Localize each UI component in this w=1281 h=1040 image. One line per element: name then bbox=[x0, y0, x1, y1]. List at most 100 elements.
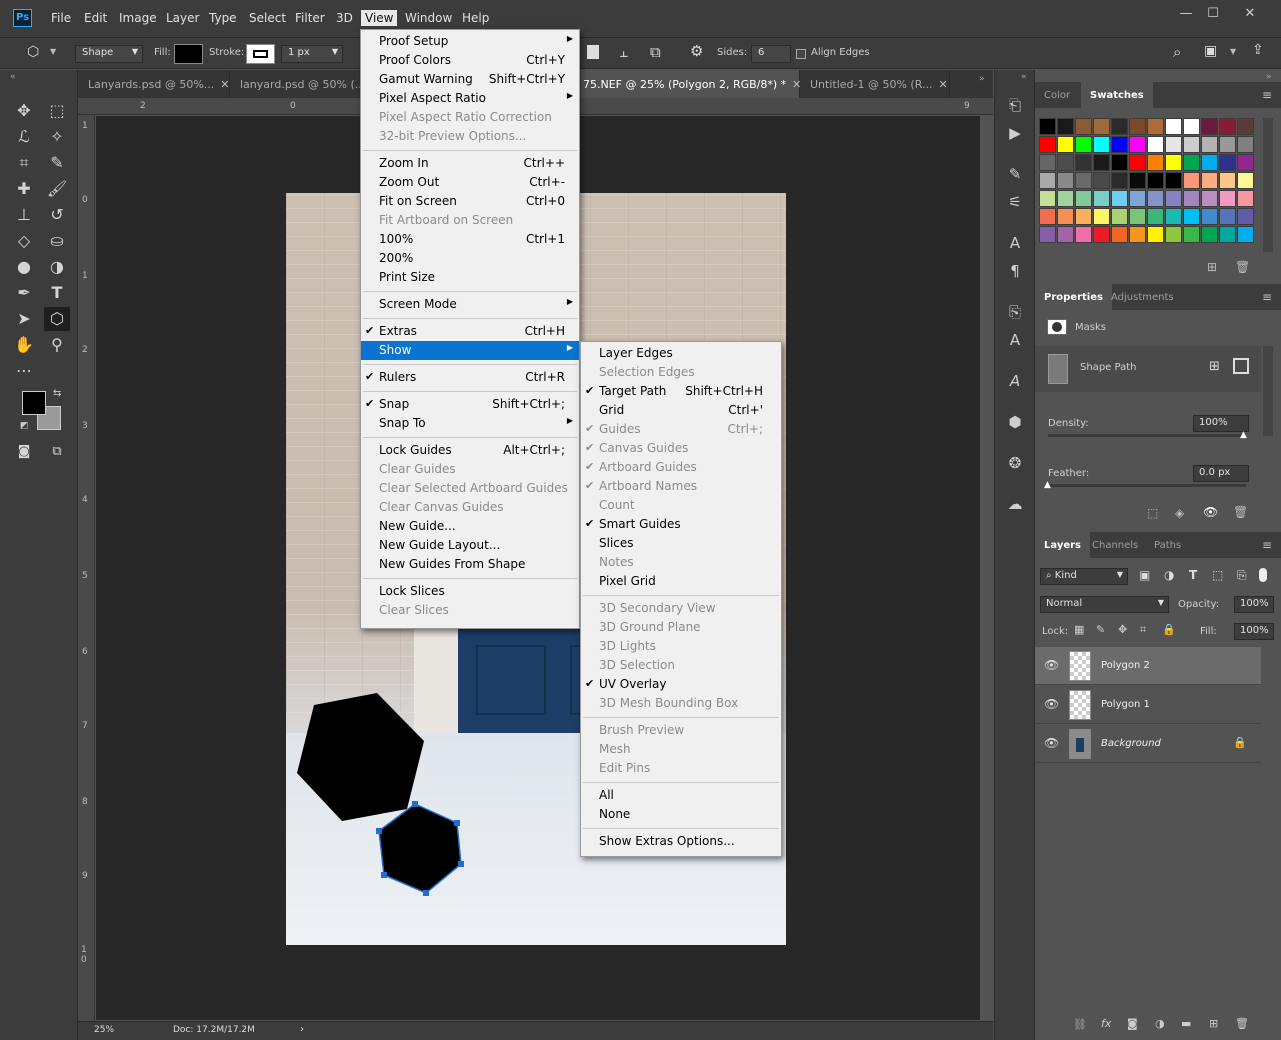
menu-item-snap[interactable]: ✔ Snap Shift+Ctrl+; bbox=[361, 395, 579, 414]
color-swatch[interactable] bbox=[1147, 118, 1164, 135]
filter-type-icon[interactable]: T bbox=[1189, 568, 1197, 582]
crop-tool-icon[interactable]: ⌗ bbox=[11, 151, 37, 175]
color-swatch[interactable] bbox=[1219, 226, 1236, 243]
eraser-tool-icon[interactable]: ◇ bbox=[11, 229, 37, 253]
color-swatch[interactable] bbox=[1057, 118, 1074, 135]
load-selection-icon[interactable]: ⬚ bbox=[1147, 506, 1158, 520]
layer-polygon-1[interactable]: 👁 Polygon 1 bbox=[1035, 686, 1261, 724]
menu-image[interactable]: Image bbox=[115, 10, 161, 26]
color-swatch[interactable] bbox=[1183, 190, 1200, 207]
menu-type[interactable]: Type bbox=[205, 10, 241, 26]
menu-edit[interactable]: Edit bbox=[80, 10, 111, 26]
add-mask-icon[interactable]: ◙ bbox=[1127, 1017, 1138, 1030]
search-icon[interactable]: ⌕ bbox=[1173, 43, 1181, 61]
minimize-icon[interactable]: — bbox=[1176, 6, 1196, 22]
eye-icon[interactable]: 👁 bbox=[1203, 505, 1218, 519]
opacity-input[interactable]: 100% bbox=[1234, 596, 1274, 613]
menu-item-proof-colors[interactable]: Proof Colors Ctrl+Y bbox=[361, 51, 579, 70]
tab-lanyard[interactable]: lanyard.psd @ 50% (...✕ bbox=[230, 70, 380, 98]
menu-item-lock-slices[interactable]: Lock Slices bbox=[361, 582, 579, 601]
color-swatch[interactable] bbox=[1039, 190, 1056, 207]
menu-item-target-path[interactable]: ✔ Target Path Shift+Ctrl+H bbox=[581, 382, 781, 401]
menu-item-brush-preview[interactable]: Brush Preview bbox=[581, 721, 781, 740]
color-swatch[interactable] bbox=[1219, 136, 1236, 153]
stroke-width-input[interactable]: 1 px ▼ bbox=[281, 45, 343, 63]
color-swatch[interactable] bbox=[1165, 208, 1182, 225]
color-swatch[interactable] bbox=[1057, 136, 1074, 153]
menu-item-pixel-aspect-ratio-correction[interactable]: Pixel Aspect Ratio Correction bbox=[361, 108, 579, 127]
filter-toggle[interactable] bbox=[1259, 568, 1267, 582]
layer-style-icon[interactable]: fx bbox=[1101, 1017, 1111, 1030]
link-layers-icon[interactable]: ⛓ bbox=[1073, 1018, 1087, 1031]
menu-file[interactable]: File bbox=[47, 10, 75, 26]
fill-input[interactable]: 100% bbox=[1234, 623, 1274, 640]
menu-item-200[interactable]: 200% bbox=[361, 249, 579, 268]
color-swatch[interactable] bbox=[1165, 136, 1182, 153]
menu-layer[interactable]: Layer bbox=[162, 10, 203, 26]
color-swatch[interactable] bbox=[1093, 154, 1110, 171]
slider-handle[interactable]: ▲ bbox=[1044, 480, 1051, 490]
color-swatch[interactable] bbox=[1165, 190, 1182, 207]
menu-item-3d-mesh-bounding-box[interactable]: 3D Mesh Bounding Box bbox=[581, 694, 781, 713]
menu-item-clear-canvas-guides[interactable]: Clear Canvas Guides bbox=[361, 498, 579, 517]
color-swatch[interactable] bbox=[1111, 226, 1128, 243]
blend-mode-select[interactable]: Normal ▼ bbox=[1040, 596, 1169, 613]
foreground-color-swatch[interactable] bbox=[22, 391, 46, 415]
menu-item-clear-selected-artboard-guides[interactable]: Clear Selected Artboard Guides bbox=[361, 479, 579, 498]
hand-tool-icon[interactable]: ✋ bbox=[11, 333, 37, 357]
adjustment-layer-icon[interactable]: ◑ bbox=[1155, 1017, 1165, 1030]
share-icon[interactable]: ⇪ bbox=[1252, 42, 1264, 58]
color-swatch[interactable] bbox=[1075, 118, 1092, 135]
color-swatch[interactable] bbox=[1165, 154, 1182, 171]
eye-icon[interactable]: 👁 bbox=[1044, 697, 1059, 711]
color-swatch[interactable] bbox=[1129, 208, 1146, 225]
tab-color[interactable]: Color bbox=[1035, 82, 1079, 108]
color-swatch[interactable] bbox=[1129, 190, 1146, 207]
tab-untitled[interactable]: Untitled-1 @ 50% (R... ✕ bbox=[800, 70, 950, 98]
stroke-swatch[interactable] bbox=[246, 44, 275, 64]
new-swatch-icon[interactable]: ⊞ bbox=[1207, 260, 1217, 274]
menu-help[interactable]: Help bbox=[458, 10, 493, 26]
menu-item-lock-guides[interactable]: Lock Guides Alt+Ctrl+; bbox=[361, 441, 579, 460]
color-swatch[interactable] bbox=[1057, 154, 1074, 171]
menu-item-all[interactable]: All bbox=[581, 786, 781, 805]
color-swatch[interactable] bbox=[1237, 154, 1254, 171]
path-operations-icon[interactable] bbox=[587, 45, 599, 59]
color-swatch[interactable] bbox=[1201, 172, 1218, 189]
menu-item-3d-secondary-view[interactable]: 3D Secondary View bbox=[581, 599, 781, 618]
marquee-tool-icon[interactable]: ⬚ bbox=[44, 99, 70, 123]
menu-item-zoom-out[interactable]: Zoom Out Ctrl+- bbox=[361, 173, 579, 192]
lock-transparency-icon[interactable]: ▦ bbox=[1074, 623, 1084, 636]
color-swatch[interactable] bbox=[1237, 226, 1254, 243]
vertical-ruler[interactable]: 1 0 1 2 3 4 5 6 7 8 9 1 0 bbox=[78, 115, 95, 1021]
shape-path-row[interactable]: Shape Path ⊞ bbox=[1035, 346, 1261, 392]
menu-item-slices[interactable]: Slices bbox=[581, 534, 781, 553]
color-swatch[interactable] bbox=[1057, 226, 1074, 243]
maximize-icon[interactable]: ☐ bbox=[1203, 6, 1223, 22]
color-swatch[interactable] bbox=[1183, 226, 1200, 243]
menu-item-proof-setup[interactable]: Proof Setup ▶ bbox=[361, 32, 579, 51]
menu-item-extras[interactable]: ✔ Extras Ctrl+H bbox=[361, 322, 579, 341]
apply-mask-icon[interactable]: ◈ bbox=[1175, 506, 1184, 520]
menu-item-fit-on-screen[interactable]: Fit on Screen Ctrl+0 bbox=[361, 192, 579, 211]
menu-item-print-size[interactable]: Print Size bbox=[361, 268, 579, 287]
menu-item-3d-selection[interactable]: 3D Selection bbox=[581, 656, 781, 675]
trash-icon[interactable]: 🗑 bbox=[1235, 260, 1250, 274]
new-layer-icon[interactable]: ⊞ bbox=[1209, 1017, 1218, 1030]
screen-mode-icon[interactable]: ⧉ bbox=[44, 440, 70, 464]
path-alignment-icon[interactable]: ⫠ bbox=[619, 43, 628, 61]
lock-artboard-icon[interactable]: ⌗ bbox=[1140, 623, 1146, 637]
chevron-down-icon[interactable]: ▼ bbox=[1230, 47, 1236, 56]
color-swatch[interactable] bbox=[1111, 172, 1128, 189]
color-swatch[interactable] bbox=[1183, 118, 1200, 135]
workspace-icon[interactable]: ▣ bbox=[1204, 43, 1217, 59]
color-swatch[interactable] bbox=[1039, 172, 1056, 189]
menu-item-edit-pins[interactable]: Edit Pins bbox=[581, 759, 781, 778]
menu-item-gamut-warning[interactable]: Gamut Warning Shift+Ctrl+Y bbox=[361, 70, 579, 89]
color-swatch[interactable] bbox=[1039, 118, 1056, 135]
color-swatch[interactable] bbox=[1111, 154, 1128, 171]
type-tool-icon[interactable]: T bbox=[44, 281, 70, 305]
color-swatch[interactable] bbox=[1219, 118, 1236, 135]
close-icon[interactable]: ✕ bbox=[938, 78, 947, 91]
color-swatch[interactable] bbox=[1075, 208, 1092, 225]
